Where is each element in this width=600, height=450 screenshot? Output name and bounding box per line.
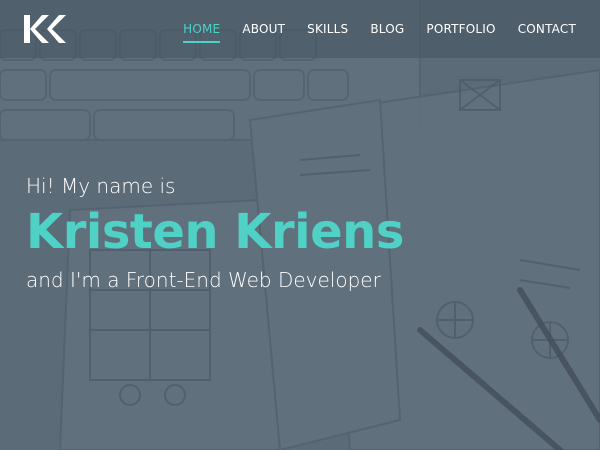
kk-logo-icon (24, 15, 66, 43)
nav-skills[interactable]: SKILLS (307, 22, 348, 36)
hero-name: Kristen Kriens (26, 204, 404, 260)
hero-role: and I'm a Front-End Web Developer (26, 268, 381, 292)
hero-intro: Hi! My name is (26, 174, 176, 198)
nav-portfolio[interactable]: PORTFOLIO (426, 22, 495, 36)
nav-about[interactable]: ABOUT (242, 22, 285, 36)
top-navbar: HOME ABOUT SKILLS BLOG PORTFOLIO CONTACT (0, 0, 600, 58)
main-nav: HOME ABOUT SKILLS BLOG PORTFOLIO CONTACT (183, 0, 576, 58)
nav-blog[interactable]: BLOG (370, 22, 404, 36)
nav-contact[interactable]: CONTACT (518, 22, 576, 36)
nav-home[interactable]: HOME (183, 22, 221, 43)
hero-section: Hi! My name is Kristen Kriens and I'm a … (26, 174, 586, 292)
brand-logo[interactable] (22, 13, 70, 45)
